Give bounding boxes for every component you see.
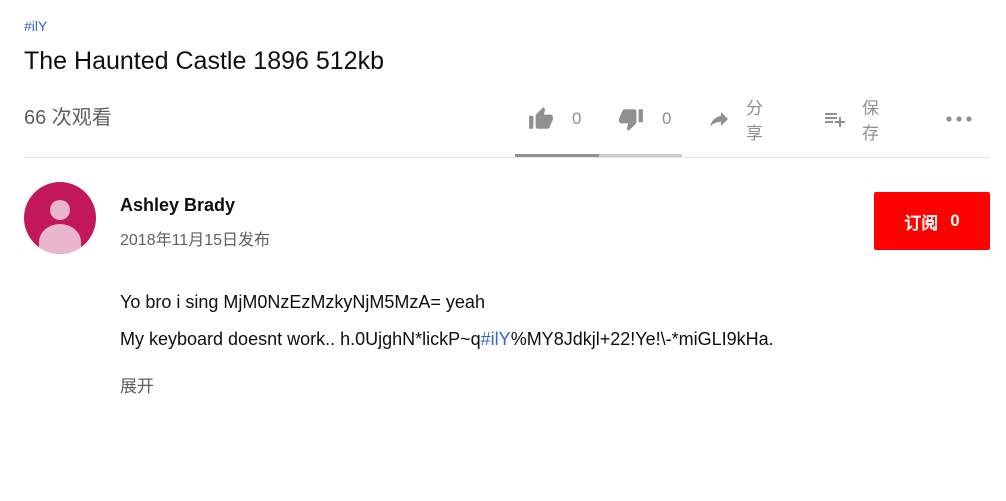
- thumbs-up-icon: [526, 106, 556, 132]
- like-count: 0: [572, 109, 582, 128]
- share-label: 分享: [746, 99, 763, 143]
- video-info-page: #ilY The Haunted Castle 1896 512kb 66 次观…: [0, 0, 1006, 501]
- description-text: My keyboard doesnt work.. h.0UjghN*lickP…: [120, 329, 481, 349]
- hashtag-link[interactable]: #ilY: [24, 18, 47, 34]
- subscribe-label: 订阅: [904, 213, 939, 233]
- playlist-add-icon: [822, 107, 848, 131]
- channel-name[interactable]: Ashley Brady: [120, 195, 235, 216]
- subscriber-count: 0: [950, 211, 960, 230]
- video-description: Yo bro i sing MjM0NzEzMzkyNjM5MzA= yeah …: [120, 284, 774, 358]
- show-more-button[interactable]: 展开: [120, 372, 154, 397]
- channel-avatar[interactable]: [24, 182, 96, 254]
- description-line-2: My keyboard doesnt work.. h.0UjghN*lickP…: [120, 321, 774, 358]
- avatar-head: [50, 200, 70, 220]
- share-arrow-icon: [706, 107, 732, 131]
- dislike-count: 0: [662, 109, 672, 128]
- avatar-shoulders: [39, 224, 81, 254]
- more-horiz-icon: [944, 107, 974, 131]
- description-hashtag-link[interactable]: #ilY: [481, 329, 511, 349]
- dislike-button[interactable]: 0: [616, 102, 671, 136]
- more-actions-button[interactable]: [944, 102, 974, 136]
- description-text: %MY8Jdkjl+22!Ye!\-*miGLI9kHa.: [510, 329, 774, 349]
- thumbs-down-icon: [616, 106, 646, 132]
- video-title: The Haunted Castle 1896 512kb: [24, 47, 384, 75]
- save-label: 保存: [862, 99, 879, 143]
- subscribe-button[interactable]: 订阅 0: [874, 192, 990, 250]
- publish-date: 2018年11月15日发布: [120, 232, 271, 249]
- description-line-1: Yo bro i sing MjM0NzEzMzkyNjM5MzA= yeah: [120, 292, 485, 312]
- like-button[interactable]: 0: [526, 102, 581, 136]
- view-count: 66 次观看: [24, 107, 112, 129]
- share-button[interactable]: 分享: [706, 99, 763, 143]
- divider: [24, 157, 990, 158]
- save-button[interactable]: 保存: [822, 99, 879, 143]
